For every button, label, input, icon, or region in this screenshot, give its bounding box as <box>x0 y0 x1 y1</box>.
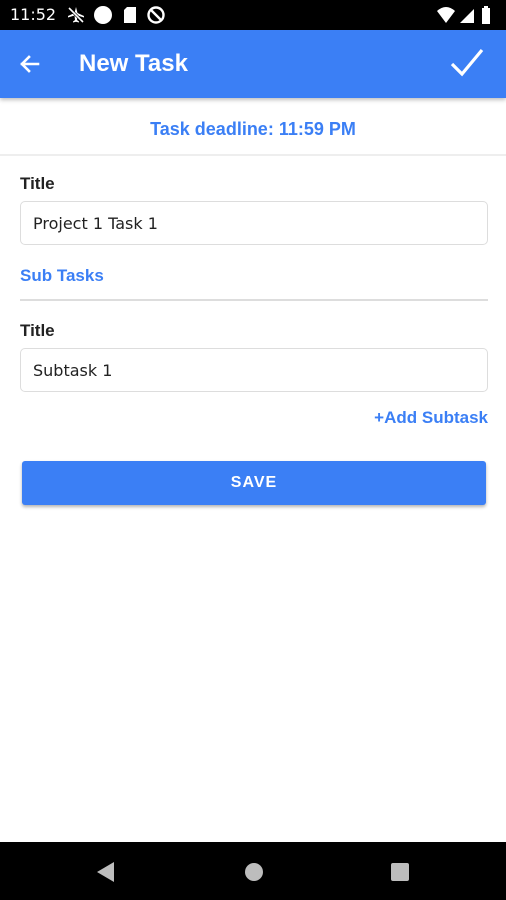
nav-home-button[interactable] <box>240 858 268 886</box>
circle-notification-icon <box>94 6 112 24</box>
task-title-label: Title <box>20 174 55 193</box>
cell-signal-icon <box>460 9 474 23</box>
nav-recents-button[interactable] <box>386 858 414 886</box>
task-title-field[interactable] <box>20 201 488 245</box>
home-circle-icon <box>245 863 263 881</box>
page-title: New Task <box>79 50 188 77</box>
nav-bar <box>0 842 506 900</box>
subtask-title-label: Title <box>20 321 55 340</box>
subtask-title-field[interactable] <box>20 348 488 392</box>
status-time: 11:52 <box>10 5 57 24</box>
back-button[interactable] <box>16 50 44 78</box>
deadline-bar: Task deadline: 11:59 PM <box>0 100 506 156</box>
app-bar: New Task <box>0 30 506 98</box>
data-saver-icon <box>147 6 165 24</box>
sd-card-icon <box>124 7 136 23</box>
battery-icon <box>482 6 490 24</box>
check-icon <box>450 48 484 77</box>
confirm-button[interactable] <box>448 44 486 82</box>
divider <box>20 299 488 301</box>
back-triangle-icon <box>97 862 114 882</box>
add-subtask-button[interactable]: +Add Subtask <box>374 408 488 428</box>
status-icons-right <box>436 5 496 25</box>
status-bar: 11:52 <box>0 0 506 30</box>
wifi-icon <box>437 7 455 23</box>
task-title-input[interactable] <box>31 202 475 244</box>
save-button[interactable]: SAVE <box>22 461 486 505</box>
arrow-back-icon <box>20 55 40 73</box>
sub-tasks-label[interactable]: Sub Tasks <box>20 266 104 286</box>
recents-square-icon <box>391 863 409 881</box>
deadline-button[interactable]: Task deadline: 11:59 PM <box>150 118 356 140</box>
subtask-title-input[interactable] <box>31 349 475 391</box>
airplane-off-icon <box>67 6 85 24</box>
nav-back-button[interactable] <box>92 858 120 886</box>
